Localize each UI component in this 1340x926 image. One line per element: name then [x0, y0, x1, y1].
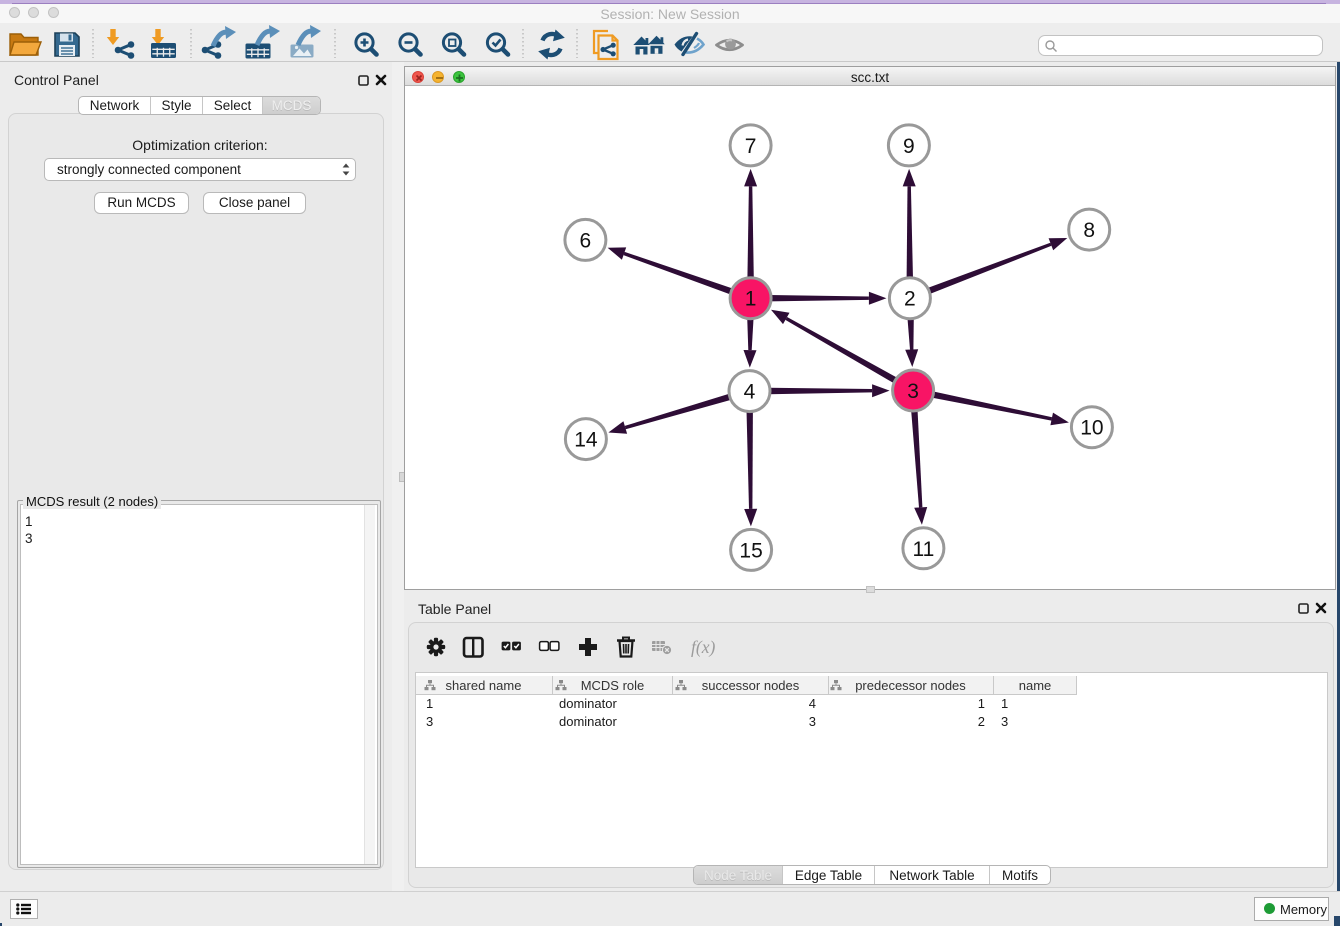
svg-text:f(x): f(x)	[691, 637, 715, 657]
